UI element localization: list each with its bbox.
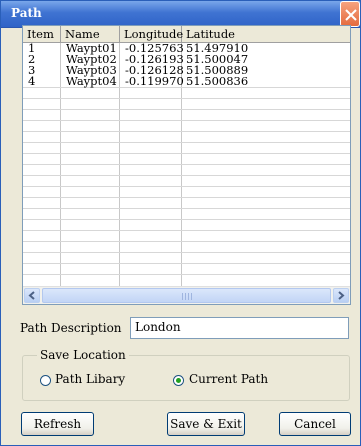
path-description-input[interactable]: London bbox=[130, 317, 349, 339]
cell-name: Waypt04 bbox=[66, 74, 117, 88]
cancel-button[interactable]: Cancel bbox=[279, 412, 351, 436]
refresh-button[interactable]: Refresh bbox=[21, 412, 94, 436]
window-title: Path bbox=[11, 6, 42, 20]
arrow-left-icon bbox=[28, 291, 35, 300]
arrow-right-icon bbox=[338, 291, 345, 300]
radio-selected-dot bbox=[176, 378, 181, 383]
scroll-thumb[interactable] bbox=[42, 288, 331, 303]
radio-path-library[interactable] bbox=[40, 375, 51, 386]
table-row[interactable]: 4 Waypt04 -0.119970 51.500836 bbox=[23, 74, 350, 88]
radio-label-current-path[interactable]: Current Path bbox=[189, 372, 268, 386]
radio-current-path[interactable] bbox=[173, 375, 184, 386]
scroll-right-button[interactable] bbox=[333, 288, 349, 303]
cell-item: 4 bbox=[28, 74, 36, 88]
save-exit-button[interactable]: Save & Exit bbox=[167, 412, 245, 436]
path-description-label: Path Description bbox=[20, 321, 122, 335]
radio-label-path-library[interactable]: Path Libary bbox=[55, 372, 125, 386]
cell-longitude: -0.119970 bbox=[125, 74, 184, 88]
save-location-group: Save Location Path Libary Current Path bbox=[22, 348, 350, 401]
waypoint-grid[interactable]: Item Name Longitude Latitude 1 Waypt01 -… bbox=[22, 25, 351, 305]
save-location-legend: Save Location bbox=[37, 348, 129, 362]
horizontal-scrollbar[interactable] bbox=[23, 286, 350, 304]
close-icon bbox=[345, 9, 357, 21]
grip-icon bbox=[181, 293, 192, 300]
cell-latitude: 51.500836 bbox=[186, 74, 249, 88]
grid-rows: 1 Waypt01 -0.125763 51.497910 2 Waypt02 … bbox=[23, 42, 350, 88]
title-bar[interactable]: Path bbox=[1, 1, 360, 28]
path-dialog: Path Item Name Longitude Latitude 1 Wayp… bbox=[0, 0, 361, 446]
close-button[interactable] bbox=[340, 1, 360, 27]
scroll-left-button[interactable] bbox=[24, 288, 40, 303]
